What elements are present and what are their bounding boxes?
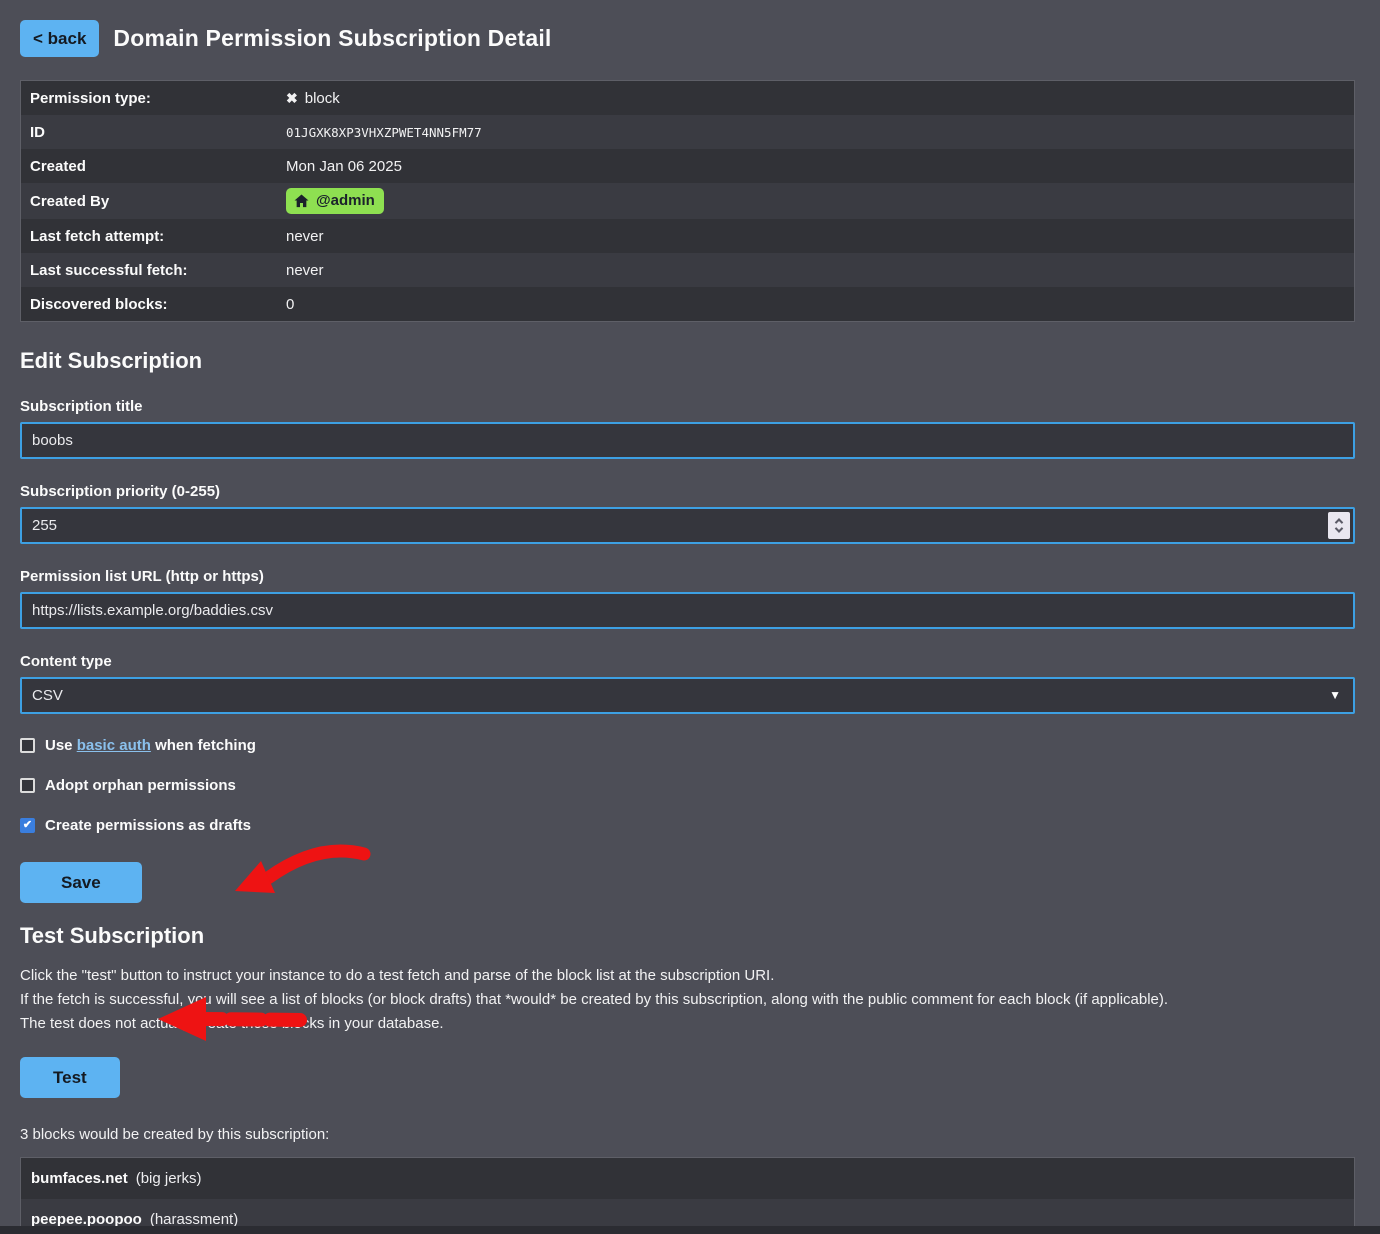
home-icon — [294, 194, 309, 208]
test-button[interactable]: Test — [20, 1057, 120, 1098]
content-type-select[interactable]: CSV — [20, 677, 1355, 714]
test-description: Click the "test" button to instruct your… — [20, 964, 1355, 1036]
table-row: Permission type: ✖ block — [21, 81, 1354, 115]
permission-list-url-label: Permission list URL (http or https) — [20, 568, 1355, 585]
row-label: Discovered blocks: — [21, 296, 286, 313]
subscription-priority-label: Subscription priority (0-255) — [20, 483, 1355, 500]
content-type-selected-value: CSV — [32, 687, 63, 704]
table-row: Discovered blocks: 0 — [21, 287, 1354, 321]
basic-auth-link[interactable]: basic auth — [77, 737, 151, 754]
subscription-id-value: 01JGXK8XP3VHXZPWET4NN5FM77 — [286, 125, 482, 140]
table-row: Last fetch attempt: never — [21, 219, 1354, 253]
subscription-info-table: Permission type: ✖ block ID 01JGXK8XP3VH… — [20, 80, 1355, 322]
page-header: < back Domain Permission Subscription De… — [20, 20, 1355, 57]
list-item: bumfaces.net (big jerks) — [21, 1158, 1354, 1199]
last-successful-fetch-value: never — [286, 262, 324, 279]
row-value: ✖ block — [286, 90, 340, 107]
basic-auth-checkbox[interactable] — [20, 738, 35, 753]
test-result-summary: 3 blocks would be created by this subscr… — [20, 1126, 1355, 1143]
checkbox-label: Create permissions as drafts — [45, 817, 251, 834]
created-date-value: Mon Jan 06 2025 — [286, 158, 402, 175]
subscription-title-label: Subscription title — [20, 398, 1355, 415]
content-type-label: Content type — [20, 653, 1355, 670]
back-button[interactable]: < back — [20, 20, 99, 57]
test-blocks-list: bumfaces.net (big jerks) peepee.poopoo (… — [20, 1157, 1355, 1234]
test-subscription-heading: Test Subscription — [20, 923, 1355, 949]
checkbox-label: Adopt orphan permissions — [45, 777, 236, 794]
row-label: Created — [21, 158, 286, 175]
permission-type-value: block — [305, 90, 340, 107]
row-label: Last fetch attempt: — [21, 228, 286, 245]
permission-list-url-input[interactable] — [20, 592, 1355, 629]
save-button[interactable]: Save — [20, 862, 142, 903]
row-label: Last successful fetch: — [21, 262, 286, 279]
block-x-icon: ✖ — [286, 90, 298, 107]
domain-permission-subscription-detail-page: < back Domain Permission Subscription De… — [0, 0, 1380, 1234]
block-domain: bumfaces.net — [31, 1170, 128, 1187]
table-row: Last successful fetch: never — [21, 253, 1354, 287]
subscription-title-input[interactable] — [20, 422, 1355, 459]
created-by-badge[interactable]: @admin — [286, 188, 384, 214]
checkbox-label: Use basic auth when fetching — [45, 737, 256, 754]
row-label: Permission type: — [21, 90, 286, 107]
number-spinner[interactable] — [1328, 512, 1350, 539]
last-fetch-attempt-value: never — [286, 228, 324, 245]
created-by-username: @admin — [316, 192, 375, 209]
row-value: @admin — [286, 188, 384, 214]
table-row: Created By @admin — [21, 183, 1354, 219]
row-label: ID — [21, 124, 286, 141]
create-drafts-checkbox-row: ✔ Create permissions as drafts — [20, 817, 1355, 834]
basic-auth-checkbox-row: Use basic auth when fetching — [20, 737, 1355, 754]
page-bottom-bar — [0, 1226, 1380, 1234]
checkmark-icon: ✔ — [23, 820, 32, 831]
discovered-blocks-value: 0 — [286, 296, 294, 313]
subscription-priority-input[interactable] — [20, 507, 1355, 544]
edit-subscription-heading: Edit Subscription — [20, 348, 1355, 374]
adopt-orphans-checkbox[interactable] — [20, 778, 35, 793]
adopt-orphans-checkbox-row: Adopt orphan permissions — [20, 777, 1355, 794]
table-row: Created Mon Jan 06 2025 — [21, 149, 1354, 183]
row-label: Created By — [21, 193, 286, 210]
page-title: Domain Permission Subscription Detail — [113, 25, 551, 52]
block-comment: (big jerks) — [136, 1170, 202, 1187]
create-drafts-checkbox[interactable]: ✔ — [20, 818, 35, 833]
spinner-down-icon[interactable] — [1335, 524, 1343, 532]
table-row: ID 01JGXK8XP3VHXZPWET4NN5FM77 — [21, 115, 1354, 149]
